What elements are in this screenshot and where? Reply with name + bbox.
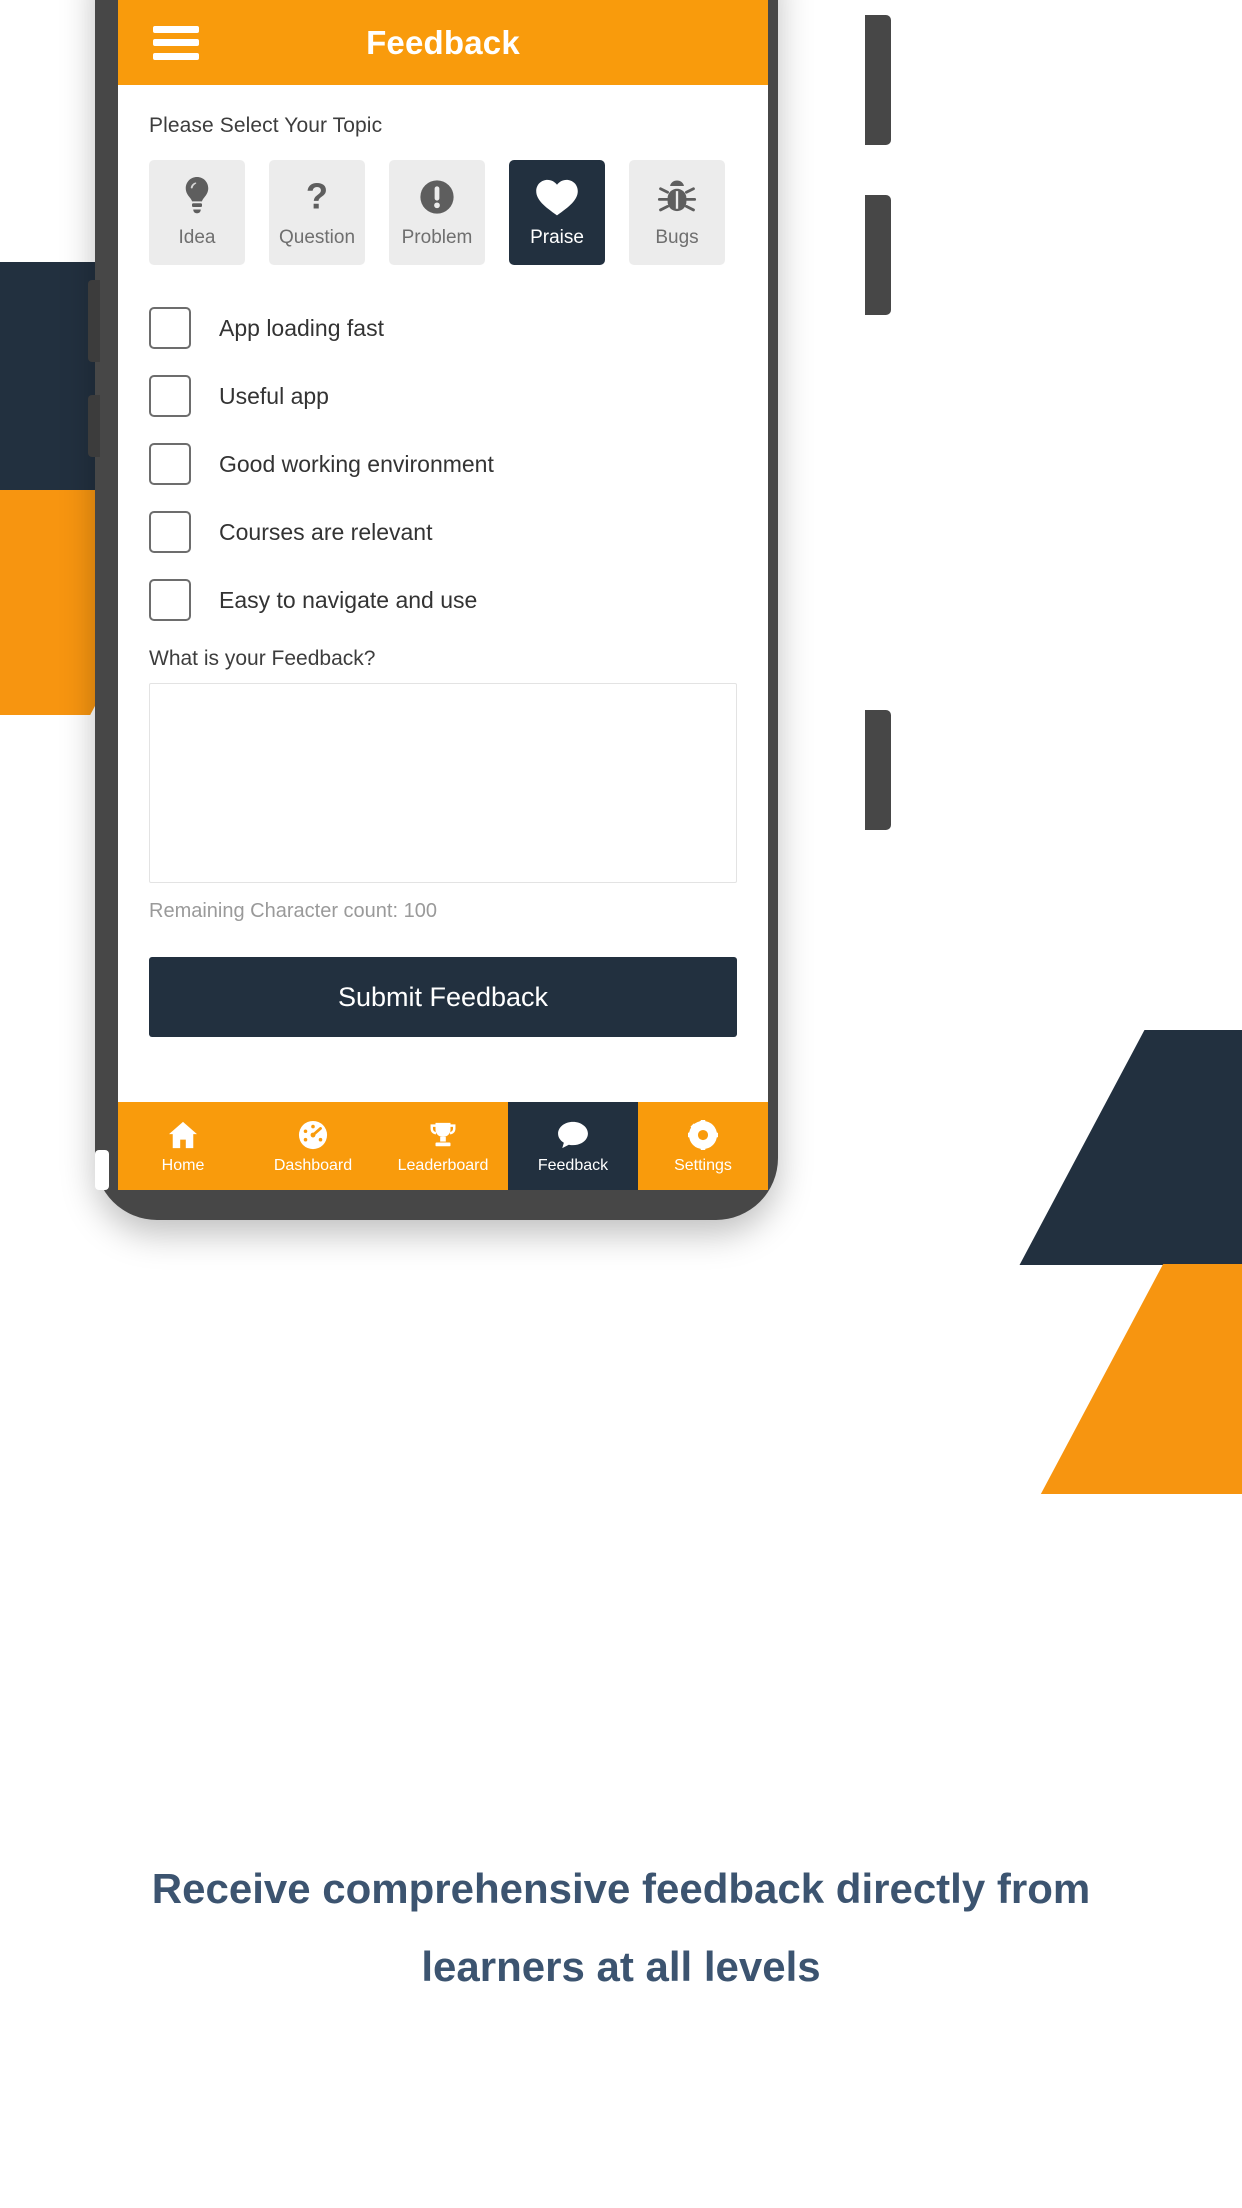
checkbox-label: Good working environment: [219, 450, 494, 477]
list-item[interactable]: Useful app: [149, 375, 737, 417]
caption-text: Receive comprehensive feedback directly …: [151, 1865, 1091, 1990]
nav-item-label: Leaderboard: [397, 1156, 489, 1174]
feedback-textarea[interactable]: [149, 683, 737, 883]
gear-icon: [688, 1118, 718, 1152]
app-screen: Feedback Please Select Your Topic Idea ?…: [118, 0, 768, 1190]
topic-chip-problem[interactable]: Problem: [389, 160, 485, 265]
checkbox-label: App loading fast: [219, 314, 384, 341]
list-item[interactable]: Good working environment: [149, 443, 737, 485]
trophy-icon: [428, 1118, 458, 1152]
topic-chip-group: Idea ? Question Problem Praise Bugs: [149, 160, 737, 265]
nav-item-home[interactable]: Home: [118, 1102, 248, 1190]
topic-chip-bugs[interactable]: Bugs: [629, 160, 725, 265]
list-item[interactable]: Courses are relevant: [149, 511, 737, 553]
nav-item-label: Feedback: [537, 1156, 609, 1174]
topic-chip-label: Bugs: [655, 227, 699, 248]
chat-bubble-icon: [557, 1118, 589, 1152]
phone-button-left-top: [88, 280, 100, 362]
hamburger-menu-icon[interactable]: [153, 25, 199, 60]
topic-chip-label: Praise: [530, 227, 584, 248]
checkbox-app-loading-fast[interactable]: [149, 307, 191, 349]
list-item[interactable]: Easy to navigate and use: [149, 579, 737, 621]
bug-icon: [657, 176, 697, 218]
phone-button-left-bottom: [88, 395, 100, 457]
nav-item-leaderboard[interactable]: Leaderboard: [378, 1102, 508, 1190]
bottom-navigation-bar: Home Dashboard Leaderboard Feedback Sett…: [118, 1102, 768, 1190]
phone-button-right-top: [865, 15, 891, 145]
topic-chip-question[interactable]: ? Question: [269, 160, 365, 265]
feedback-textarea-label: What is your Feedback?: [149, 647, 376, 670]
checkbox-label: Courses are relevant: [219, 518, 433, 545]
gauge-icon: [298, 1118, 328, 1152]
checkbox-courses-are-relevant[interactable]: [149, 511, 191, 553]
decorative-chevron-navy-bottom-right: [1019, 1030, 1242, 1265]
phone-frame-notch: [95, 1150, 109, 1190]
checkbox-label: Easy to navigate and use: [219, 586, 478, 613]
nav-item-label: Dashboard: [273, 1156, 353, 1174]
home-icon: [168, 1118, 198, 1152]
nav-item-settings[interactable]: Settings: [638, 1102, 768, 1190]
feedback-checkbox-list: App loading fast Useful app Good working…: [149, 307, 737, 621]
phone-button-right-low: [865, 710, 891, 830]
decorative-chevron-orange-bottom-right: [1040, 1264, 1242, 1494]
checkbox-easy-to-navigate[interactable]: [149, 579, 191, 621]
heart-icon: [535, 176, 579, 218]
list-item[interactable]: App loading fast: [149, 307, 737, 349]
exclamation-circle-icon: [418, 176, 456, 218]
topic-chip-label: Idea: [178, 227, 216, 248]
checkbox-useful-app[interactable]: [149, 375, 191, 417]
topic-chip-label: Question: [278, 227, 356, 248]
topic-chip-label: Problem: [401, 227, 473, 248]
topic-section-label: Please Select Your Topic: [149, 114, 383, 137]
screen-content: Please Select Your Topic Idea ? Question: [118, 114, 768, 1037]
topic-chip-idea[interactable]: Idea: [149, 160, 245, 265]
checkbox-good-working-environment[interactable]: [149, 443, 191, 485]
page-title: Feedback: [366, 23, 520, 61]
lightbulb-icon: [182, 176, 212, 218]
svg-text:?: ?: [306, 177, 328, 216]
submit-feedback-button[interactable]: Submit Feedback: [149, 957, 737, 1037]
checkbox-label: Useful app: [219, 382, 329, 409]
nav-item-label: Settings: [674, 1156, 732, 1174]
nav-item-feedback[interactable]: Feedback: [508, 1102, 638, 1190]
nav-item-dashboard[interactable]: Dashboard: [248, 1102, 378, 1190]
screenshot-root: Feedback Please Select Your Topic Idea ?…: [0, 0, 1242, 2208]
topic-chip-praise[interactable]: Praise: [509, 160, 605, 265]
remaining-character-count: Remaining Character count: 100: [149, 900, 437, 922]
phone-button-right-mid: [865, 195, 891, 315]
nav-item-label: Home: [161, 1156, 205, 1174]
question-mark-icon: ?: [302, 176, 332, 218]
app-bar: Feedback: [118, 0, 768, 85]
